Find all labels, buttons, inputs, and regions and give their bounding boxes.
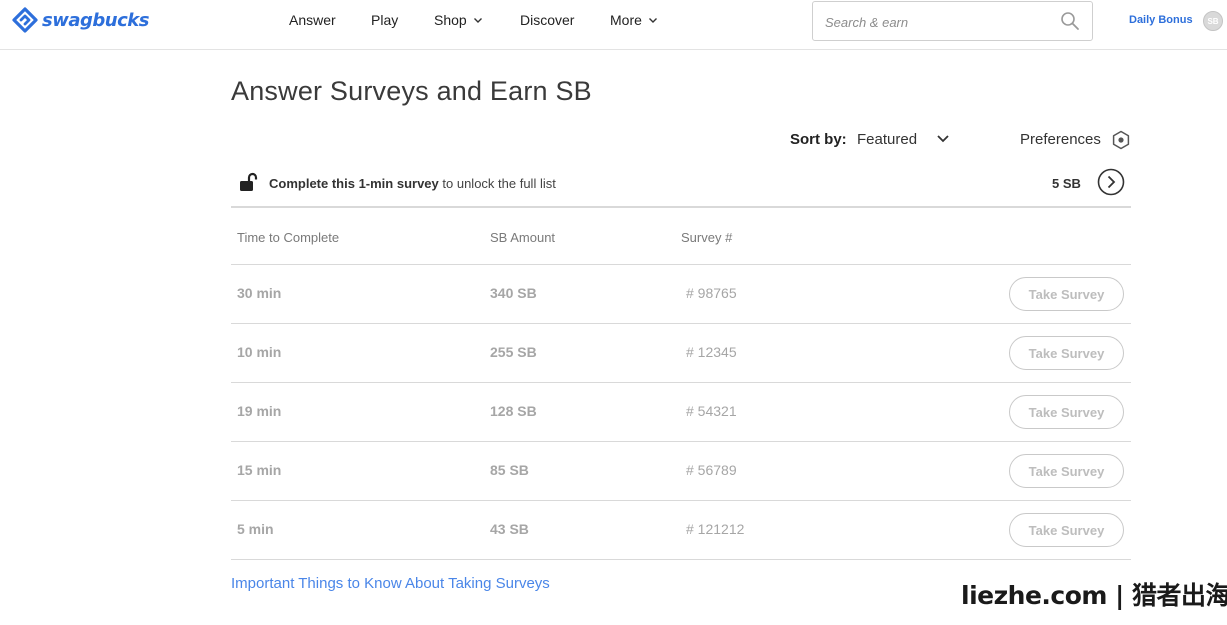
chevron-right-circle-icon[interactable] xyxy=(1097,168,1125,196)
unlock-message-bold: Complete this 1-min survey xyxy=(269,176,439,191)
row-amount: 43 SB xyxy=(490,521,529,537)
swagbucks-logo-icon xyxy=(12,7,38,33)
column-header-survey: Survey # xyxy=(681,230,733,245)
nav-play[interactable]: Play xyxy=(371,12,398,28)
gear-icon[interactable] xyxy=(1111,130,1131,150)
table-row: 30 min 340 SB # 98765 Take Survey xyxy=(231,265,1131,324)
sort-label: Sort by: xyxy=(790,131,847,148)
nav-shop-label: Shop xyxy=(434,12,467,28)
watermark-text: liezhe.com | 猎者出海 xyxy=(961,581,1227,610)
nav-more[interactable]: More xyxy=(610,12,658,28)
column-header-amount: SB Amount xyxy=(490,230,556,245)
column-header-time: Time to Complete xyxy=(237,230,340,245)
swagbucks-logo[interactable]: swagbucks xyxy=(12,7,149,33)
row-survey-id: # 56789 xyxy=(686,462,737,478)
sb-balance-badge[interactable]: SB xyxy=(1203,11,1223,31)
chevron-down-icon xyxy=(473,18,482,23)
row-time: 10 min xyxy=(237,344,282,360)
nav-more-label: More xyxy=(610,12,642,28)
sort-select[interactable]: Featured xyxy=(857,131,917,148)
chevron-down-icon[interactable] xyxy=(936,133,950,145)
nav-discover-label: Discover xyxy=(520,12,575,28)
take-survey-button[interactable]: Take Survey xyxy=(1009,513,1124,547)
nav-answer[interactable]: Answer xyxy=(289,12,336,28)
row-survey-id: # 121212 xyxy=(686,521,745,537)
nav-answer-label: Answer xyxy=(289,12,336,28)
chevron-down-icon xyxy=(648,18,657,23)
unlock-survey-banner[interactable]: Complete this 1-min survey to unlock the… xyxy=(231,162,1131,208)
unlock-message-rest: to unlock the full list xyxy=(438,176,556,191)
table-header: Time to Complete SB Amount Survey # xyxy=(231,210,1131,265)
table-row: 5 min 43 SB # 121212 Take Survey xyxy=(231,501,1131,560)
take-survey-button[interactable]: Take Survey xyxy=(1009,336,1124,370)
row-amount: 128 SB xyxy=(490,403,537,419)
search-box xyxy=(812,1,1093,41)
survey-info-link[interactable]: Important Things to Know About Taking Su… xyxy=(231,575,550,592)
table-row: 19 min 128 SB # 54321 Take Survey xyxy=(231,383,1131,442)
row-amount: 255 SB xyxy=(490,344,537,360)
nav-shop[interactable]: Shop xyxy=(434,12,483,28)
daily-bonus-link[interactable]: Daily Bonus xyxy=(1129,14,1193,26)
search-icon[interactable] xyxy=(1060,11,1080,31)
row-time: 15 min xyxy=(237,462,282,478)
nav-discover[interactable]: Discover xyxy=(520,12,574,28)
row-amount: 85 SB xyxy=(490,462,529,478)
row-survey-id: # 54321 xyxy=(686,403,737,419)
table-row: 10 min 255 SB # 12345 Take Survey xyxy=(231,324,1131,383)
take-survey-button[interactable]: Take Survey xyxy=(1009,277,1124,311)
row-time: 5 min xyxy=(237,521,274,537)
row-survey-id: # 12345 xyxy=(686,344,737,360)
row-time: 30 min xyxy=(237,285,282,301)
top-navigation-bar: swagbucks Answer Play Shop Discover More… xyxy=(0,0,1227,50)
row-survey-id: # 98765 xyxy=(686,285,737,301)
take-survey-button[interactable]: Take Survey xyxy=(1009,395,1124,429)
row-time: 19 min xyxy=(237,403,282,419)
table-row: 15 min 85 SB # 56789 Take Survey xyxy=(231,442,1131,501)
unlock-reward: 5 SB xyxy=(1052,176,1081,191)
take-survey-button[interactable]: Take Survey xyxy=(1009,454,1124,488)
brand-name: swagbucks xyxy=(42,9,149,31)
survey-table: Time to Complete SB Amount Survey # 30 m… xyxy=(231,210,1131,560)
row-amount: 340 SB xyxy=(490,285,537,301)
nav-play-label: Play xyxy=(371,12,399,28)
page-title: Answer Surveys and Earn SB xyxy=(231,76,592,106)
preferences-link[interactable]: Preferences xyxy=(1020,131,1101,148)
search-input[interactable] xyxy=(825,12,1045,32)
unlocked-lock-icon xyxy=(240,172,258,191)
unlock-message: Complete this 1-min survey to unlock the… xyxy=(269,176,556,191)
